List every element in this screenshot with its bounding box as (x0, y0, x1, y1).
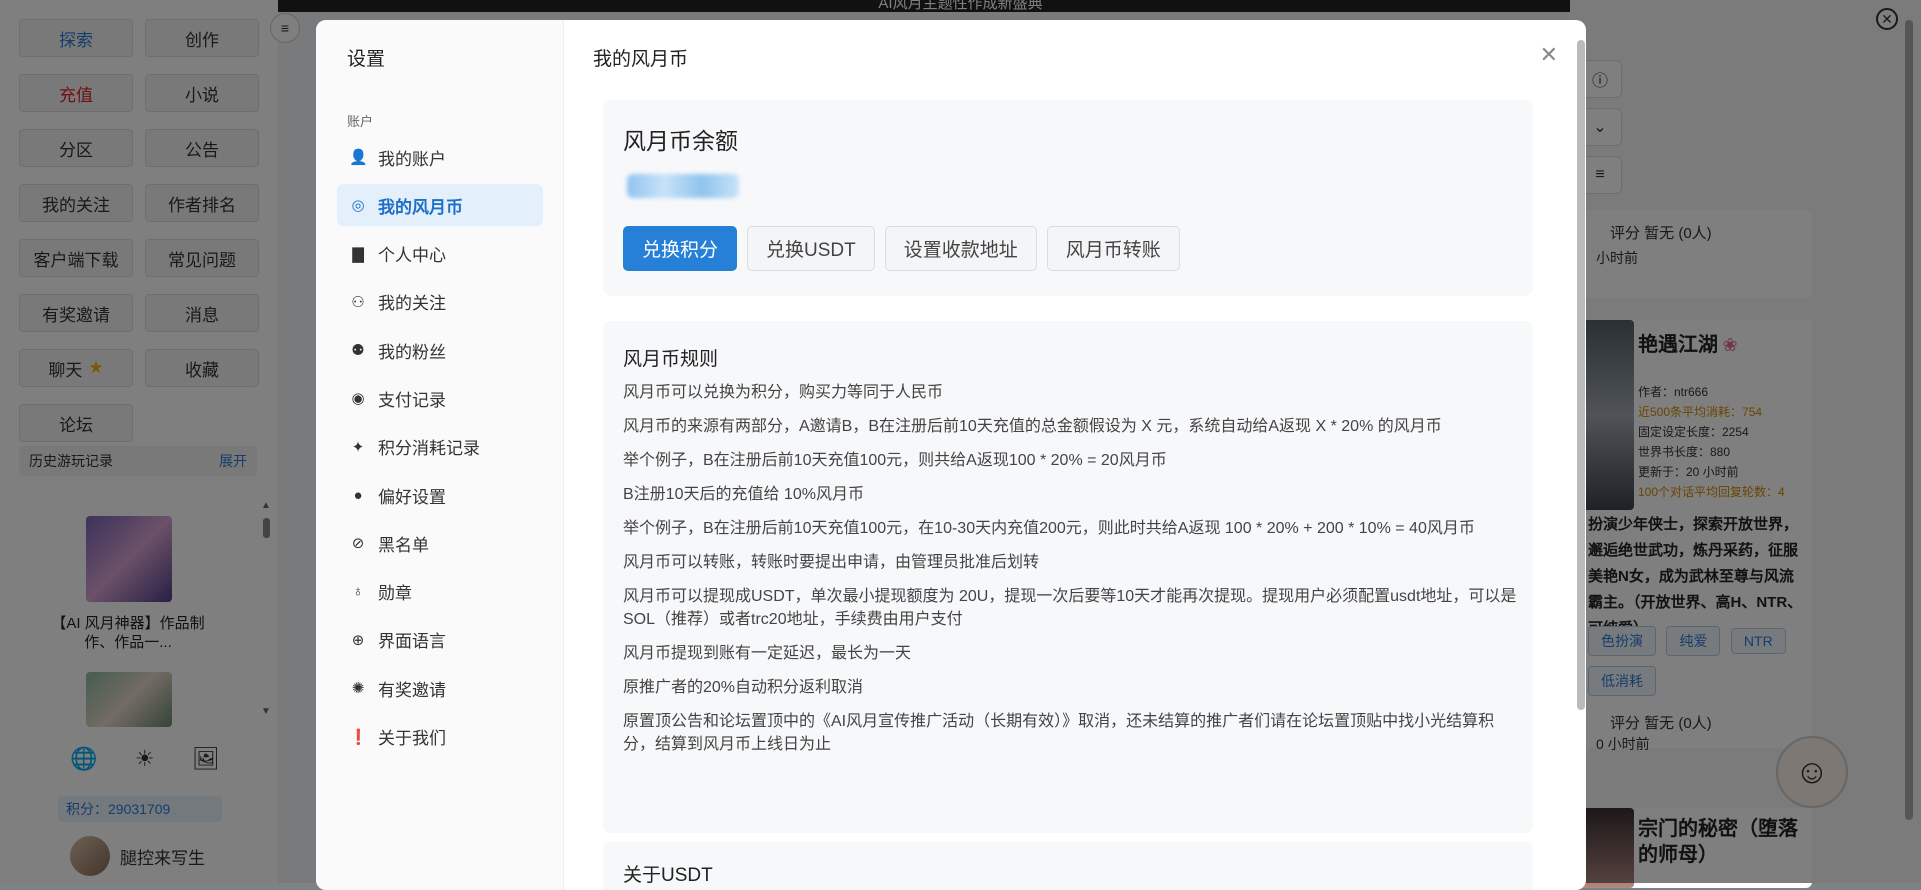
menu-item-label: 我的粉丝 (378, 342, 446, 362)
rule-item: 举个例子，B在注册后前10天充值100元，则共给A返现100 * 20% = 2… (623, 452, 1167, 469)
rule-item: 原推广者的20%自动积分返利取消 (623, 679, 864, 696)
language-icon: ⊕ (351, 631, 365, 649)
menu-item-label: 黑名单 (378, 535, 429, 555)
balance-actions: 兑换积分 兑换USDT 设置收款地址 风月币转账 (623, 226, 1180, 271)
menu-item-language[interactable]: ⊕ 界面语言 (337, 619, 543, 661)
coin-transfer-button[interactable]: 风月币转账 (1046, 226, 1180, 271)
menu-item-about[interactable]: ❗ 关于我们 (337, 716, 543, 758)
close-icon: ✕ (1539, 42, 1558, 67)
section-label-account: 账户 (347, 114, 374, 129)
set-payout-address-button[interactable]: 设置收款地址 (884, 226, 1037, 271)
menu-item-account[interactable]: 👤 我的账户 (337, 136, 543, 178)
rule-item: 原置顶公告和论坛置顶中的《AI风月宣传推广活动（长期有效）》取消，还未结算的推广… (623, 713, 1495, 753)
menu-item-profile[interactable]: ▇ 个人中心 (337, 233, 543, 275)
exchange-usdt-button[interactable]: 兑换USDT (747, 226, 875, 271)
rule-item: 风月币可以兑换为积分，购买力等同于人民币 (623, 384, 944, 401)
menu-item-label: 积分消耗记录 (378, 439, 480, 459)
balance-title: 风月币余额 (623, 128, 738, 154)
modal-title: 设置 (347, 49, 386, 70)
menu-item-label: 我的账户 (378, 149, 446, 169)
page-title: 我的风月币 (593, 49, 689, 70)
points-usage-icon: ✦ (351, 438, 365, 456)
account-icon: 👤 (349, 149, 368, 166)
modal-close-button[interactable]: ✕ (1540, 42, 1558, 68)
menu-item-label: 界面语言 (378, 632, 446, 652)
menu-item-label: 我的关注 (378, 294, 446, 314)
preferences-icon: ● (353, 486, 363, 504)
exchange-points-button[interactable]: 兑换积分 (623, 226, 738, 271)
menu-item-label: 我的风月币 (378, 197, 463, 217)
settings-content: 我的风月币 ✕ 风月币余额 兑换积分 兑换USDT 设置收款地址 风月币转账 风… (564, 20, 1574, 890)
menu-item-label: 有奖邀请 (378, 680, 446, 700)
rules-title: 风月币规则 (623, 349, 719, 370)
coins-icon: ◎ (351, 197, 365, 215)
menu-item-label: 偏好设置 (378, 487, 446, 507)
menu-item-preferences[interactable]: ● 偏好设置 (337, 474, 543, 516)
menu-item-blacklist[interactable]: ⊘ 黑名单 (337, 522, 543, 564)
menu-item-label: 关于我们 (378, 729, 446, 749)
settings-modal: 设置 账户 👤 我的账户 ◎ 我的风月币 ▇ 个人中心 ⚇ 我的关注 ⚉ 我的粉丝 ◉ 支付记录 ✦ 积分… (316, 20, 1586, 890)
menu-item-label: 勋章 (378, 584, 412, 604)
about-icon: ❗ (349, 728, 368, 746)
menu-item-following[interactable]: ⚇ 我的关注 (337, 281, 543, 323)
menu-item-medals[interactable]: ♁ 勋章 (337, 571, 543, 613)
rule-item: 风月币可以转账，转账时要提出申请，由管理员批准后划转 (623, 554, 1040, 571)
rule-item: 风月币提现到账有一定延迟，最长为一天 (623, 645, 912, 662)
payments-icon: ◉ (351, 390, 365, 408)
profile-icon: ▇ (352, 245, 364, 263)
menu-item-payments[interactable]: ◉ 支付记录 (337, 377, 543, 419)
menu-item-label: 个人中心 (378, 246, 446, 266)
rules-list: 风月币可以兑换为积分，购买力等同于人民币风月币的来源有两部分，A邀请B，B在注册… (623, 381, 1519, 767)
blacklist-icon: ⊘ (351, 535, 365, 553)
invite-icon: ✺ (351, 680, 365, 698)
menu-item-fans[interactable]: ⚉ 我的粉丝 (337, 329, 543, 371)
menu-item-label: 支付记录 (378, 390, 446, 410)
balance-value-blurred (627, 174, 739, 198)
menu-item-coins[interactable]: ◎ 我的风月币 (337, 184, 543, 227)
fans-icon: ⚉ (351, 342, 365, 360)
balance-panel: 风月币余额 兑换积分 兑换USDT 设置收款地址 风月币转账 (603, 100, 1533, 296)
modal-scrollbar[interactable] (1577, 40, 1585, 710)
settings-menu: 👤 我的账户 ◎ 我的风月币 ▇ 个人中心 ⚇ 我的关注 ⚉ 我的粉丝 ◉ 支付记录 ✦ 积分消耗记录 ● 偏… (337, 136, 543, 764)
settings-sidebar: 设置 账户 👤 我的账户 ◎ 我的风月币 ▇ 个人中心 ⚇ 我的关注 ⚉ 我的粉丝 ◉ 支付记录 ✦ 积分… (316, 20, 564, 890)
rule-item: B注册10天后的充值给 10%风月币 (623, 486, 864, 503)
rule-item: 风月币可以提现成USDT，单次最小提现额度为 20U，提现一次后要等10天才能再… (623, 588, 1517, 628)
following-icon: ⚇ (351, 293, 365, 311)
medals-icon: ♁ (352, 583, 364, 601)
rule-item: 风月币的来源有两部分，A邀请B，B在注册后前10天充值的总金额假设为 X 元，系… (623, 418, 1442, 435)
menu-item-points-usage[interactable]: ✦ 积分消耗记录 (337, 426, 543, 468)
menu-item-invite[interactable]: ✺ 有奖邀请 (337, 667, 543, 709)
rule-item: 举个例子，B在注册后前10天充值100元，在10-30天内充值200元，则此时共… (623, 520, 1475, 537)
rules-panel: 风月币规则 风月币可以兑换为积分，购买力等同于人民币风月币的来源有两部分，A邀请… (603, 321, 1533, 833)
